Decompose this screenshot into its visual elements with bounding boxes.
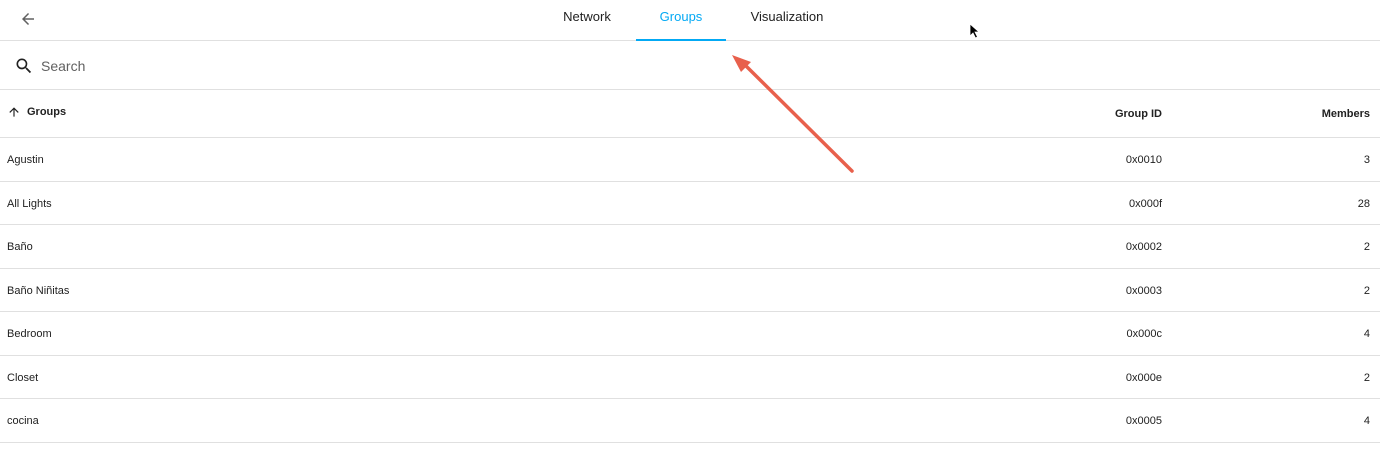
members-cell: 2 — [1363, 284, 1370, 297]
table-row[interactable]: Agustin 0x0010 3 — [0, 138, 1380, 182]
group-id-cell: 0x0003 — [1125, 284, 1162, 297]
group-id-cell: 0x000f — [1128, 197, 1162, 210]
table-row[interactable]: Closet 0x000e 2 — [0, 356, 1380, 399]
column-header-groups-label: Groups — [27, 106, 67, 118]
tab-network[interactable]: Network — [554, 0, 620, 40]
groups-table: Groups Group ID Members Agustin 0x0010 3… — [0, 90, 1380, 443]
search-bar — [0, 41, 1380, 90]
tab-groups-label: Groups — [659, 9, 703, 24]
group-id-cell: 0x0002 — [1125, 241, 1162, 253]
back-button[interactable] — [14, 5, 42, 33]
group-id-cell: 0x000e — [1125, 371, 1162, 384]
tab-visualization[interactable]: Visualization — [743, 0, 831, 40]
table-row[interactable]: cocina 0x0005 4 — [0, 399, 1380, 443]
table-row[interactable]: Baño Niñitas 0x0003 2 — [0, 269, 1380, 312]
members-cell: 3 — [1363, 154, 1370, 166]
table-header: Groups Group ID Members — [0, 90, 1380, 138]
group-name-cell: Bedroom — [7, 328, 52, 340]
group-id-cell: 0x000c — [1126, 328, 1162, 340]
group-name-cell: Agustin — [7, 154, 44, 166]
column-header-group-id[interactable]: Group ID — [1115, 108, 1162, 120]
table-row[interactable]: Bedroom 0x000c 4 — [0, 312, 1380, 356]
tab-network-label: Network — [563, 9, 611, 24]
group-name-cell: All Lights — [7, 197, 52, 210]
search-icon — [16, 58, 32, 74]
group-name-cell: Baño Niñitas — [7, 284, 70, 297]
mouse-cursor-icon — [969, 23, 981, 39]
arrow-left-icon — [22, 13, 34, 25]
group-id-cell: 0x0005 — [1125, 415, 1162, 427]
table-row[interactable]: Baño 0x0002 2 — [0, 225, 1380, 269]
table-row[interactable]: All Lights 0x000f 28 — [0, 182, 1380, 225]
tab-groups[interactable]: Groups — [636, 0, 726, 41]
group-name-cell: Baño — [7, 241, 33, 253]
arrow-up-icon — [9, 107, 19, 117]
column-header-groups[interactable]: Groups — [7, 105, 66, 119]
members-cell: 2 — [1363, 371, 1370, 384]
zha-config-page: Network Groups Visualization Groups — [0, 0, 1380, 454]
members-cell: 4 — [1363, 328, 1370, 340]
tab-bar: Network Groups Visualization — [0, 0, 1380, 41]
members-cell: 28 — [1357, 197, 1370, 210]
tab-visualization-label: Visualization — [750, 9, 824, 24]
column-header-members[interactable]: Members — [1322, 108, 1370, 120]
members-cell: 2 — [1363, 241, 1370, 253]
group-name-cell: cocina — [7, 415, 39, 427]
search-input[interactable] — [41, 53, 641, 79]
group-name-cell: Closet — [7, 371, 39, 384]
members-cell: 4 — [1363, 415, 1370, 427]
group-id-cell: 0x0010 — [1125, 154, 1162, 166]
